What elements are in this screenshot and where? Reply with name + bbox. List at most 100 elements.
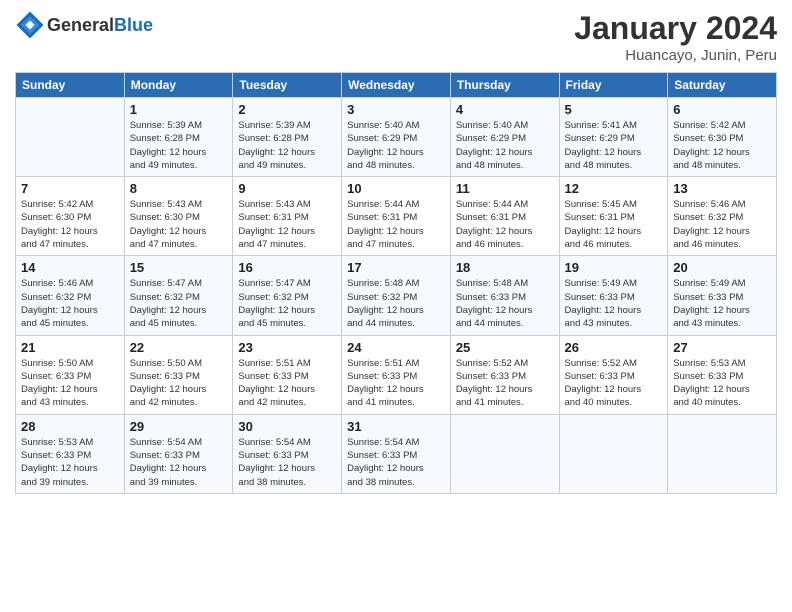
location: Huancayo, Junin, Peru <box>574 47 777 64</box>
day-cell <box>559 414 668 493</box>
day-info: Sunrise: 5:54 AM Sunset: 6:33 PM Dayligh… <box>130 436 228 489</box>
col-header-friday: Friday <box>559 73 668 98</box>
day-cell: 6 Sunrise: 5:42 AM Sunset: 6:30 PM Daylig… <box>668 98 777 177</box>
col-header-saturday: Saturday <box>668 73 777 98</box>
day-info: Sunrise: 5:52 AM Sunset: 6:33 PM Dayligh… <box>456 357 554 410</box>
header: GeneralBlue January 2024 Huancayo, Junin… <box>15 10 777 64</box>
day-info: Sunrise: 5:49 AM Sunset: 6:33 PM Dayligh… <box>673 277 771 330</box>
day-cell: 9 Sunrise: 5:43 AM Sunset: 6:31 PM Daylig… <box>233 177 342 256</box>
day-cell: 12 Sunrise: 5:45 AM Sunset: 6:31 PM Dayli… <box>559 177 668 256</box>
day-info: Sunrise: 5:48 AM Sunset: 6:32 PM Dayligh… <box>347 277 445 330</box>
day-cell: 21 Sunrise: 5:50 AM Sunset: 6:33 PM Dayli… <box>16 335 125 414</box>
day-cell: 8 Sunrise: 5:43 AM Sunset: 6:30 PM Daylig… <box>124 177 233 256</box>
day-cell: 31 Sunrise: 5:54 AM Sunset: 6:33 PM Dayli… <box>342 414 451 493</box>
day-info: Sunrise: 5:43 AM Sunset: 6:30 PM Dayligh… <box>130 198 228 251</box>
day-info: Sunrise: 5:44 AM Sunset: 6:31 PM Dayligh… <box>347 198 445 251</box>
day-info: Sunrise: 5:52 AM Sunset: 6:33 PM Dayligh… <box>565 357 663 410</box>
day-info: Sunrise: 5:49 AM Sunset: 6:33 PM Dayligh… <box>565 277 663 330</box>
day-number: 2 <box>238 102 336 117</box>
title-block: January 2024 Huancayo, Junin, Peru <box>574 10 777 64</box>
day-number: 3 <box>347 102 445 117</box>
day-cell: 17 Sunrise: 5:48 AM Sunset: 6:32 PM Dayli… <box>342 256 451 335</box>
day-number: 17 <box>347 260 445 275</box>
month-year: January 2024 <box>574 10 777 47</box>
day-cell: 29Sunrise: 5:54 AM Sunset: 6:33 PM Dayli… <box>124 414 233 493</box>
day-info: Sunrise: 5:39 AM Sunset: 6:28 PM Dayligh… <box>238 119 336 172</box>
day-cell: 28 Sunrise: 5:53 AM Sunset: 6:33 PM Dayli… <box>16 414 125 493</box>
day-info: Sunrise: 5:40 AM Sunset: 6:29 PM Dayligh… <box>456 119 554 172</box>
day-number: 15 <box>130 260 228 275</box>
day-cell: 18 Sunrise: 5:48 AM Sunset: 6:33 PM Dayli… <box>450 256 559 335</box>
day-number: 18 <box>456 260 554 275</box>
day-cell: 19 Sunrise: 5:49 AM Sunset: 6:33 PM Dayli… <box>559 256 668 335</box>
day-number: 21 <box>21 340 119 355</box>
day-number: 14 <box>21 260 119 275</box>
day-info: Sunrise: 5:48 AM Sunset: 6:33 PM Dayligh… <box>456 277 554 330</box>
week-row-4: 28 Sunrise: 5:53 AM Sunset: 6:33 PM Dayli… <box>16 414 777 493</box>
day-info: Sunrise: 5:53 AM Sunset: 6:33 PM Dayligh… <box>21 436 119 489</box>
logo-blue: Blue <box>114 15 153 35</box>
day-number: 19 <box>565 260 663 275</box>
day-info: Sunrise: 5:43 AM Sunset: 6:31 PM Dayligh… <box>238 198 336 251</box>
calendar-table: SundayMondayTuesdayWednesdayThursdayFrid… <box>15 72 777 494</box>
day-info: Sunrise: 5:39 AM Sunset: 6:28 PM Dayligh… <box>130 119 228 172</box>
day-info: Sunrise: 5:54 AM Sunset: 6:33 PM Dayligh… <box>347 436 445 489</box>
day-number: 31 <box>347 419 445 434</box>
day-cell: 16Sunrise: 5:47 AM Sunset: 6:32 PM Dayli… <box>233 256 342 335</box>
day-cell: 11 Sunrise: 5:44 AM Sunset: 6:31 PM Dayli… <box>450 177 559 256</box>
week-row-2: 14Sunrise: 5:46 AM Sunset: 6:32 PM Dayli… <box>16 256 777 335</box>
day-info: Sunrise: 5:45 AM Sunset: 6:31 PM Dayligh… <box>565 198 663 251</box>
day-info: Sunrise: 5:54 AM Sunset: 6:33 PM Dayligh… <box>238 436 336 489</box>
day-cell: 4 Sunrise: 5:40 AM Sunset: 6:29 PM Daylig… <box>450 98 559 177</box>
day-cell: 2 Sunrise: 5:39 AM Sunset: 6:28 PM Daylig… <box>233 98 342 177</box>
week-row-0: 1 Sunrise: 5:39 AM Sunset: 6:28 PM Daylig… <box>16 98 777 177</box>
day-cell: 5 Sunrise: 5:41 AM Sunset: 6:29 PM Daylig… <box>559 98 668 177</box>
day-cell <box>16 98 125 177</box>
day-info: Sunrise: 5:50 AM Sunset: 6:33 PM Dayligh… <box>21 357 119 410</box>
logo-icon <box>15 10 45 40</box>
logo: GeneralBlue <box>15 10 153 40</box>
day-cell: 20 Sunrise: 5:49 AM Sunset: 6:33 PM Dayli… <box>668 256 777 335</box>
day-number: 5 <box>565 102 663 117</box>
day-cell: 22 Sunrise: 5:50 AM Sunset: 6:33 PM Dayli… <box>124 335 233 414</box>
col-header-wednesday: Wednesday <box>342 73 451 98</box>
day-number: 24 <box>347 340 445 355</box>
day-number: 12 <box>565 181 663 196</box>
day-cell <box>450 414 559 493</box>
day-number: 22 <box>130 340 228 355</box>
day-cell: 26 Sunrise: 5:52 AM Sunset: 6:33 PM Dayli… <box>559 335 668 414</box>
logo-general: General <box>47 15 114 35</box>
day-info: Sunrise: 5:41 AM Sunset: 6:29 PM Dayligh… <box>565 119 663 172</box>
day-number: 26 <box>565 340 663 355</box>
col-header-tuesday: Tuesday <box>233 73 342 98</box>
day-cell: 15 Sunrise: 5:47 AM Sunset: 6:32 PM Dayli… <box>124 256 233 335</box>
week-row-1: 7Sunrise: 5:42 AM Sunset: 6:30 PM Daylig… <box>16 177 777 256</box>
day-info: Sunrise: 5:47 AM Sunset: 6:32 PM Dayligh… <box>238 277 336 330</box>
day-number: 6 <box>673 102 771 117</box>
day-info: Sunrise: 5:50 AM Sunset: 6:33 PM Dayligh… <box>130 357 228 410</box>
day-info: Sunrise: 5:42 AM Sunset: 6:30 PM Dayligh… <box>673 119 771 172</box>
day-number: 20 <box>673 260 771 275</box>
day-cell: 7Sunrise: 5:42 AM Sunset: 6:30 PM Daylig… <box>16 177 125 256</box>
col-header-thursday: Thursday <box>450 73 559 98</box>
day-number: 7 <box>21 181 119 196</box>
page: GeneralBlue January 2024 Huancayo, Junin… <box>0 0 792 612</box>
day-cell <box>668 414 777 493</box>
day-info: Sunrise: 5:47 AM Sunset: 6:32 PM Dayligh… <box>130 277 228 330</box>
day-number: 25 <box>456 340 554 355</box>
day-number: 30 <box>238 419 336 434</box>
day-number: 27 <box>673 340 771 355</box>
day-cell: 30 Sunrise: 5:54 AM Sunset: 6:33 PM Dayli… <box>233 414 342 493</box>
day-number: 4 <box>456 102 554 117</box>
day-info: Sunrise: 5:44 AM Sunset: 6:31 PM Dayligh… <box>456 198 554 251</box>
day-info: Sunrise: 5:46 AM Sunset: 6:32 PM Dayligh… <box>673 198 771 251</box>
day-number: 23 <box>238 340 336 355</box>
day-cell: 23Sunrise: 5:51 AM Sunset: 6:33 PM Dayli… <box>233 335 342 414</box>
day-cell: 1 Sunrise: 5:39 AM Sunset: 6:28 PM Daylig… <box>124 98 233 177</box>
day-number: 1 <box>130 102 228 117</box>
day-number: 8 <box>130 181 228 196</box>
day-number: 11 <box>456 181 554 196</box>
week-row-3: 21 Sunrise: 5:50 AM Sunset: 6:33 PM Dayli… <box>16 335 777 414</box>
day-number: 9 <box>238 181 336 196</box>
day-number: 28 <box>21 419 119 434</box>
